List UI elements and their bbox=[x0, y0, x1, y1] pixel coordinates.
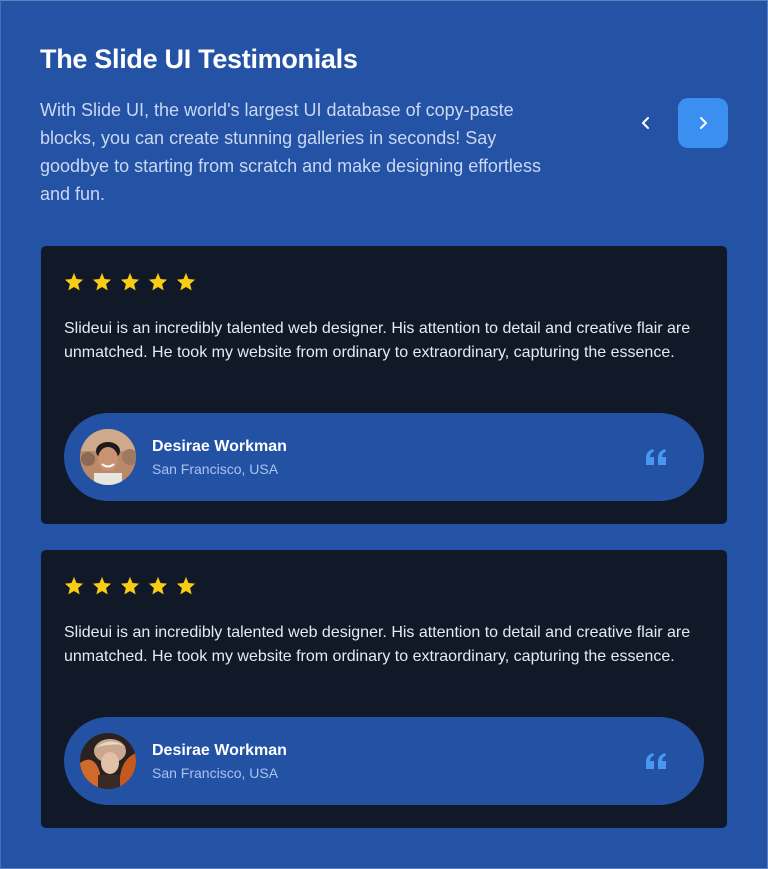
star-icon bbox=[64, 573, 92, 597]
star-icon bbox=[176, 573, 204, 597]
star-icon bbox=[120, 269, 148, 293]
star-icon bbox=[148, 573, 176, 597]
chevron-right-icon bbox=[700, 117, 707, 129]
page-subtitle: With Slide UI, the world's largest UI da… bbox=[40, 100, 541, 204]
quote-icon bbox=[646, 753, 666, 769]
avatar bbox=[80, 733, 136, 789]
carousel-nav bbox=[621, 98, 728, 148]
author-name: Desirae Workman bbox=[152, 438, 287, 455]
previous-button[interactable] bbox=[621, 98, 671, 148]
author-block: Desirae Workman San Francisco, USA bbox=[64, 413, 704, 501]
star-icon bbox=[176, 269, 204, 293]
star-icon bbox=[120, 573, 148, 597]
star-rating bbox=[64, 573, 204, 597]
testimonial-text: Slideui is an incredibly talented web de… bbox=[64, 624, 691, 665]
star-icon bbox=[92, 269, 120, 293]
star-icon bbox=[64, 269, 92, 293]
chevron-left-icon bbox=[642, 117, 649, 129]
page-title: The Slide UI Testimonials bbox=[40, 44, 358, 74]
star-icon bbox=[92, 573, 120, 597]
next-button[interactable] bbox=[678, 98, 728, 148]
quote-icon bbox=[646, 449, 666, 465]
author-name: Desirae Workman bbox=[152, 742, 287, 759]
testimonial-card: Slideui is an incredibly talented web de… bbox=[41, 550, 727, 828]
avatar bbox=[80, 429, 136, 485]
star-icon bbox=[148, 269, 176, 293]
testimonial-card: Slideui is an incredibly talented web de… bbox=[41, 246, 727, 524]
author-location: San Francisco, USA bbox=[152, 461, 279, 477]
testimonial-text: Slideui is an incredibly talented web de… bbox=[64, 320, 691, 361]
author-block: Desirae Workman San Francisco, USA bbox=[64, 717, 704, 805]
author-location: San Francisco, USA bbox=[152, 765, 279, 781]
star-rating bbox=[64, 269, 204, 293]
